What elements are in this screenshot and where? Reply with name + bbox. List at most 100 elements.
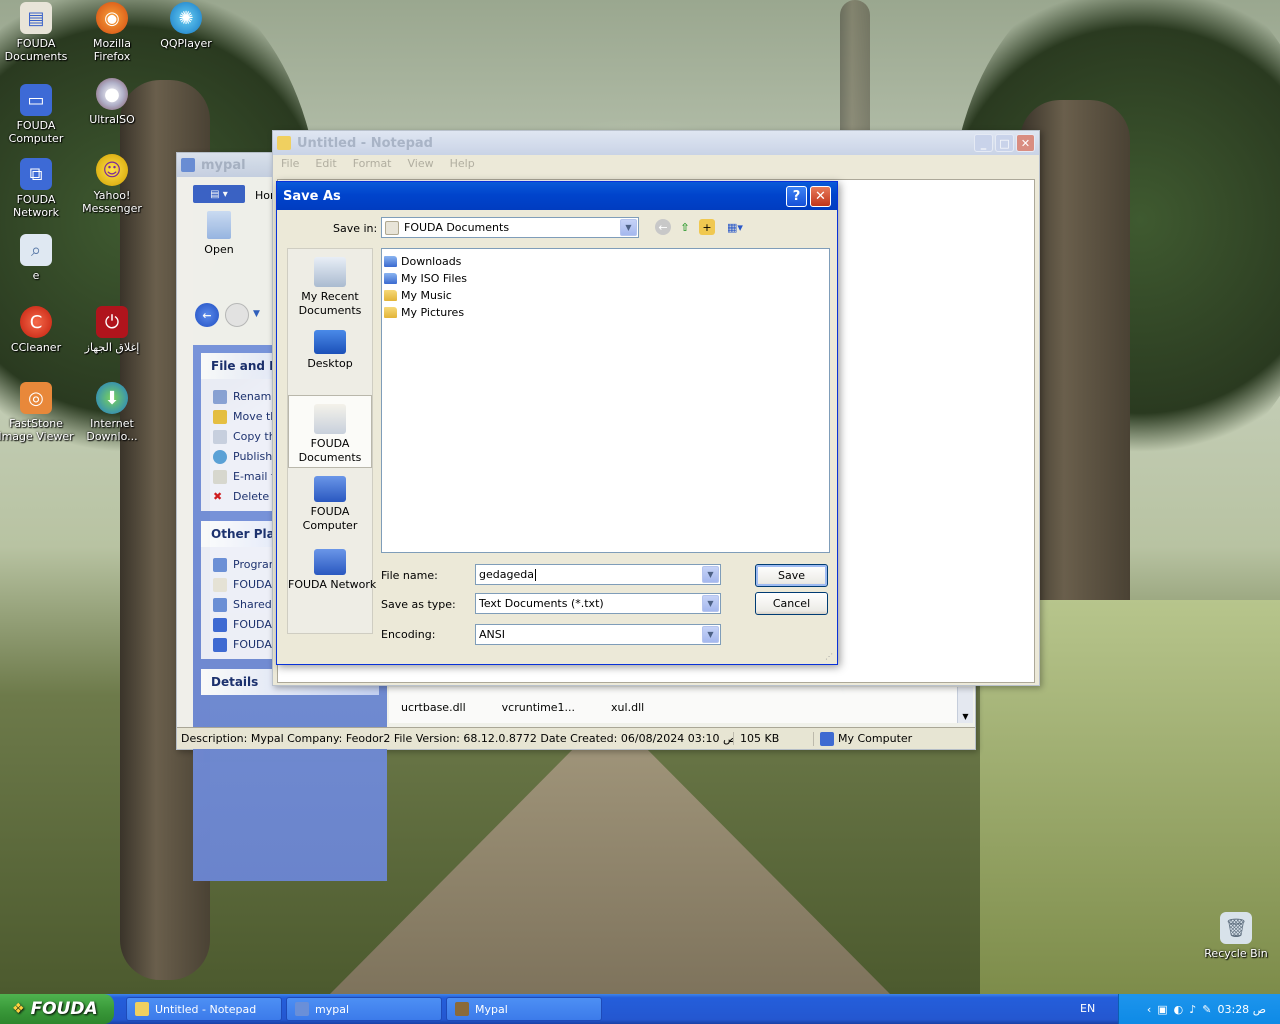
close-button[interactable]: ✕ <box>1016 134 1035 152</box>
desktop-icon-qqplayer[interactable]: ✺ QQPlayer <box>148 2 224 50</box>
menu-view[interactable]: View <box>408 157 434 173</box>
list-item-downloads[interactable]: Downloads <box>384 253 827 270</box>
place-fouda-network[interactable]: FOUDA Network <box>288 541 376 601</box>
desktop-icon-label: Internet Downlo... <box>86 417 138 443</box>
desktop-icon-ultraiso[interactable]: ● UltraISO <box>74 78 150 126</box>
recent-documents-icon <box>314 257 346 287</box>
close-button[interactable]: ✕ <box>810 185 831 207</box>
desktop-icon-fouda-documents[interactable]: ▤ FOUDA Documents <box>0 2 74 63</box>
list-item-my-iso-files[interactable]: My ISO Files <box>384 270 827 287</box>
desktop-icon-internet-download[interactable]: ⬇ Internet Downlo... <box>74 382 150 443</box>
save-as-type-dropdown[interactable]: Text Documents (*.txt) ▼ <box>475 593 721 614</box>
firefox-icon: ◉ <box>96 2 128 34</box>
cancel-button[interactable]: Cancel <box>755 592 828 615</box>
place-fouda-computer[interactable]: FOUDA Computer <box>288 468 372 541</box>
taskbar: ❖ FOUDA Untitled - Notepad mypal Mypal E… <box>0 994 1280 1024</box>
minimize-button[interactable]: _ <box>974 134 993 152</box>
save-as-dialog[interactable]: Save As ? ✕ Save in: FOUDA Documents ▼ ←… <box>276 181 838 665</box>
chevron-down-icon[interactable]: ▼ <box>702 595 719 612</box>
desktop-icon-recycle-bin[interactable]: 🗑 Recycle Bin <box>1198 912 1274 960</box>
save-as-titlebar[interactable]: Save As ? ✕ <box>277 182 837 210</box>
task-mypal-app[interactable]: Mypal <box>446 997 602 1021</box>
file-item[interactable]: xul.dll <box>611 701 644 714</box>
save-button[interactable]: Save <box>755 564 828 587</box>
folder-contents-list[interactable]: Downloads My ISO Files My Music My Pictu… <box>381 248 830 553</box>
network-icon <box>213 637 227 652</box>
folder-icon <box>384 273 397 284</box>
back-button[interactable]: ← <box>195 303 219 327</box>
file-item[interactable]: ucrtbase.dll <box>401 701 466 714</box>
back-icon[interactable]: ← <box>655 219 671 235</box>
power-icon: ⏻ <box>96 306 128 338</box>
list-item-my-music[interactable]: My Music <box>384 287 827 304</box>
place-label: My Recent Documents <box>298 290 362 317</box>
desktop-icon-label: FOUDA Documents <box>4 37 68 63</box>
envelope-icon <box>213 469 227 484</box>
place-label: FOUDA Network <box>288 578 377 591</box>
chevron-down-icon[interactable]: ▼ <box>702 626 719 643</box>
desktop-icon-faststone[interactable]: ◎ FastStone Image Viewer <box>0 382 74 443</box>
chevron-down-icon[interactable]: ▼ <box>253 309 260 319</box>
file-name-label: File name: <box>381 569 438 582</box>
desktop-icon-firefox[interactable]: ◉ Mozilla Firefox <box>74 2 150 63</box>
start-button[interactable]: ❖ FOUDA <box>0 994 114 1024</box>
status-size: 105 KB <box>733 732 813 745</box>
desktop-icon-e[interactable]: ⌕ e <box>0 234 74 282</box>
notepad-icon <box>277 136 291 150</box>
open-button[interactable]: Open <box>201 211 237 256</box>
menu-file[interactable]: File <box>281 157 299 173</box>
file-name-input[interactable]: gedageda ▼ <box>475 564 721 585</box>
tray-collapse-icon[interactable]: ‹ <box>1147 1003 1151 1016</box>
desktop-icon-shutdown[interactable]: ⏻ إغلاق الجهاز <box>74 306 150 354</box>
tools-tray-icon[interactable]: ✎ <box>1202 1003 1211 1016</box>
text-caret <box>534 568 536 581</box>
desktop-icon-fouda-computer[interactable]: ▭ FOUDA Computer <box>0 84 74 145</box>
encoding-dropdown[interactable]: ANSI ▼ <box>475 624 721 645</box>
new-folder-icon[interactable]: + <box>699 219 715 235</box>
disc-icon: ● <box>96 78 128 110</box>
volume-tray-icon[interactable]: ♪ <box>1189 1003 1196 1016</box>
desktop-icon-ccleaner[interactable]: C CCleaner <box>0 306 74 354</box>
list-item-my-pictures[interactable]: My Pictures <box>384 304 827 321</box>
clock[interactable]: 03:28 ص <box>1217 1003 1266 1016</box>
menu-format[interactable]: Format <box>353 157 392 173</box>
desktop-icon-label: FOUDA Network <box>13 193 59 219</box>
documents-icon <box>213 577 227 592</box>
up-folder-icon[interactable]: ⇧ <box>677 219 693 235</box>
network-icon <box>314 549 346 575</box>
task-notepad[interactable]: Untitled - Notepad <box>126 997 282 1021</box>
language-indicator[interactable]: EN <box>1080 1002 1095 1015</box>
file-item[interactable]: vcruntime1... <box>502 701 575 714</box>
encoding-value: ANSI <box>479 628 505 641</box>
desktop-icon-fouda-network[interactable]: ⧉ FOUDA Network <box>0 158 74 219</box>
view-menu-icon[interactable]: ▦▾ <box>723 219 747 235</box>
network-tray-icon[interactable]: ▣ <box>1157 1003 1167 1016</box>
dirt-road <box>330 740 890 994</box>
scrollbar-down-arrow[interactable]: ▼ <box>957 687 973 723</box>
computer-icon <box>314 476 346 502</box>
maximize-button[interactable]: □ <box>995 134 1014 152</box>
menu-help[interactable]: Help <box>450 157 475 173</box>
ccleaner-icon: C <box>20 306 52 338</box>
notepad-menubar: File Edit Format View Help <box>273 155 1039 175</box>
resize-grip[interactable]: ⋰ <box>825 652 835 662</box>
encoding-label: Encoding: <box>381 628 436 641</box>
status-location-label: My Computer <box>838 732 913 745</box>
place-label: Desktop <box>307 357 353 370</box>
chevron-down-icon[interactable]: ▼ <box>702 566 719 583</box>
forward-button[interactable] <box>225 303 249 327</box>
view-menu-button[interactable]: ▤ ▾ <box>193 185 245 203</box>
place-fouda-documents[interactable]: FOUDA Documents <box>288 395 372 468</box>
help-button[interactable]: ? <box>786 185 807 207</box>
desktop-icon-yahoo-messenger[interactable]: ☺ Yahoo! Messenger <box>74 154 150 215</box>
delete-x-icon: ✖ <box>213 490 223 503</box>
save-in-dropdown[interactable]: FOUDA Documents ▼ <box>381 217 639 238</box>
place-my-recent-documents[interactable]: My Recent Documents <box>288 249 372 322</box>
security-tray-icon[interactable]: ◐ <box>1174 1003 1184 1016</box>
task-mypal-folder[interactable]: mypal <box>286 997 442 1021</box>
chevron-down-icon[interactable]: ▼ <box>620 219 637 236</box>
menu-edit[interactable]: Edit <box>315 157 336 173</box>
notepad-titlebar[interactable]: Untitled - Notepad _ □ ✕ <box>273 131 1039 155</box>
place-desktop[interactable]: Desktop <box>288 322 372 395</box>
computer-icon <box>820 731 834 746</box>
